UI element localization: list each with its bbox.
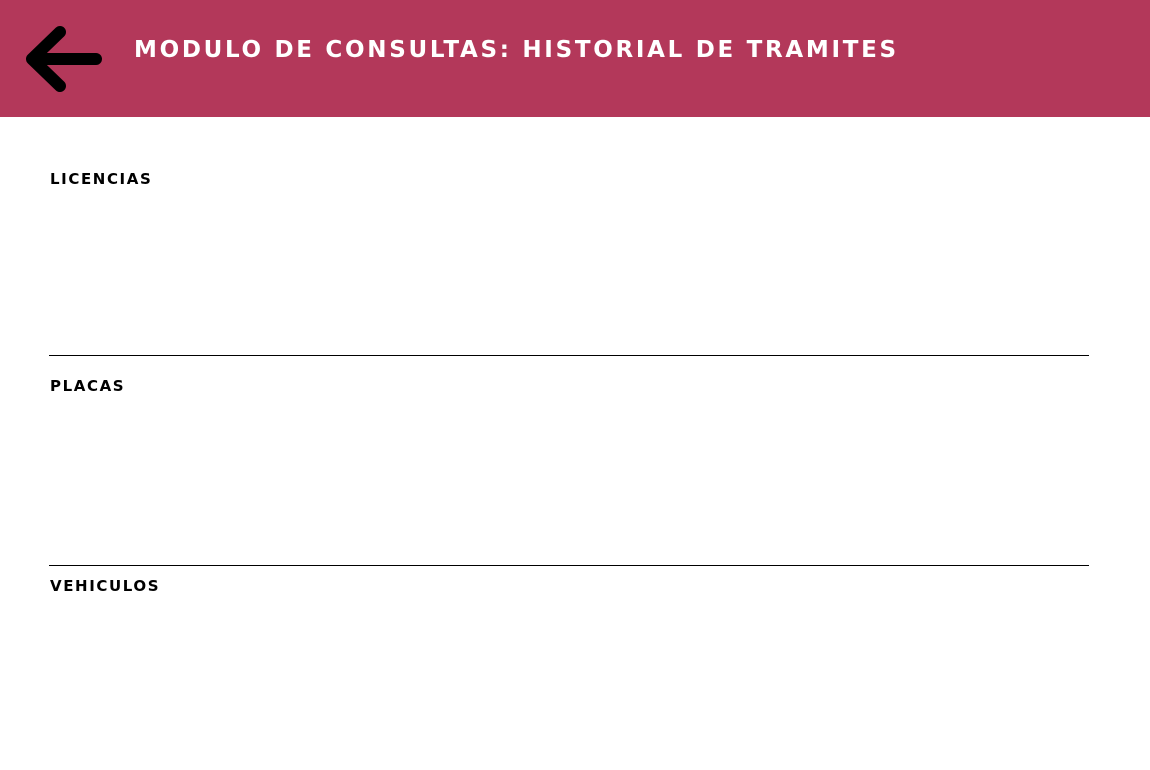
licencias-content <box>50 195 1088 350</box>
section-title-vehiculos: VEHICULOS <box>50 577 161 595</box>
vehiculos-content <box>50 602 1088 762</box>
section-title-licencias: LICENCIAS <box>50 170 153 188</box>
page-header: MODULO DE CONSULTAS: HISTORIAL DE TRAMIT… <box>0 0 1150 117</box>
page-title: MODULO DE CONSULTAS: HISTORIAL DE TRAMIT… <box>134 37 899 63</box>
back-button[interactable] <box>22 24 104 94</box>
section-divider <box>49 565 1089 566</box>
section-title-placas: PLACAS <box>50 377 126 395</box>
arrow-left-icon <box>26 26 102 92</box>
section-divider <box>49 355 1089 356</box>
placas-content <box>50 402 1088 560</box>
